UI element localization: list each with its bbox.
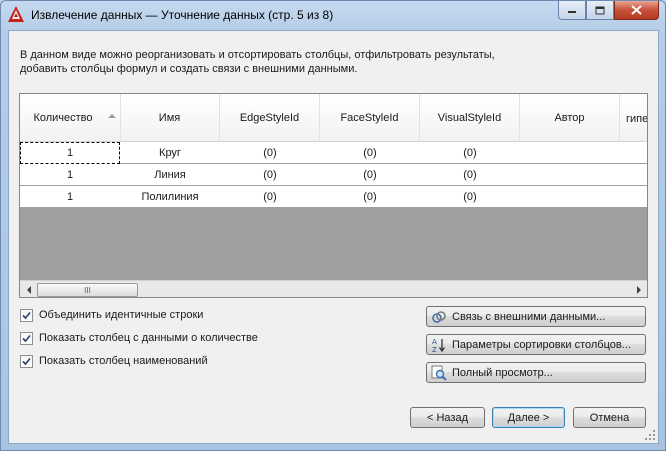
title-bar[interactable]: Извлечение данных — Уточнение данных (ст… — [1, 1, 665, 29]
window-title: Извлечение данных — Уточнение данных (ст… — [31, 8, 334, 22]
link-external-data-button[interactable]: Связь с внешними данными... — [426, 306, 646, 327]
table-cell[interactable]: (0) — [420, 186, 521, 208]
table-row[interactable]: 1 Полилиния (0) (0) (0) — [20, 186, 647, 208]
close-button[interactable] — [614, 1, 659, 20]
data-grid[interactable]: Количество Имя EdgeStyleId FaceStyleId V… — [19, 93, 648, 298]
column-header-hyperlink[interactable]: гипе — [620, 94, 647, 141]
button-label: Далее > — [507, 411, 550, 424]
column-header-quantity[interactable]: Количество — [20, 94, 121, 141]
table-cell[interactable]: (0) — [420, 142, 521, 164]
checkmark-icon — [22, 357, 31, 365]
table-cell[interactable]: 1 — [20, 186, 121, 208]
intro-text: В данном виде можно реорганизовать и отс… — [20, 48, 495, 76]
checkbox-label: Показать столбец наименований — [39, 355, 208, 367]
checkbox-label: Показать столбец с данными о количестве — [39, 332, 258, 344]
close-icon — [631, 5, 642, 15]
arrow-left-icon — [26, 285, 31, 294]
table-cell[interactable] — [520, 164, 621, 186]
autocad-icon — [7, 5, 25, 23]
column-header-label: VisualStyleId — [437, 111, 502, 124]
column-header-label: EdgeStyleId — [239, 111, 300, 124]
table-cell[interactable]: (0) — [220, 164, 321, 186]
table-cell[interactable]: (0) — [220, 186, 321, 208]
column-header-label: FaceStyleId — [340, 111, 399, 124]
table-cell[interactable] — [620, 142, 647, 164]
next-button[interactable]: Далее > — [492, 407, 565, 428]
table-cell[interactable]: (0) — [320, 186, 421, 208]
checkmark-icon — [22, 311, 31, 319]
svg-text:Z: Z — [432, 346, 437, 353]
table-cell[interactable] — [620, 164, 647, 186]
table-cell[interactable] — [520, 186, 621, 208]
cancel-button[interactable]: Отмена — [573, 407, 646, 428]
maximize-icon — [595, 6, 605, 14]
table-cell[interactable]: (0) — [320, 142, 421, 164]
column-header-author[interactable]: Автор — [520, 94, 620, 141]
table-cell[interactable] — [620, 186, 647, 208]
dialog-window: Извлечение данных — Уточнение данных (ст… — [0, 0, 666, 451]
table-cell[interactable]: Линия — [120, 164, 221, 186]
column-header-label: Имя — [158, 111, 181, 124]
scroll-left-button[interactable] — [20, 281, 37, 297]
full-preview-button[interactable]: Полный просмотр... — [426, 362, 646, 383]
scrollbar-grip: III — [84, 285, 91, 295]
column-header-label: гипе — [626, 113, 648, 125]
show-count-column-checkbox[interactable]: Показать столбец с данными о количестве — [20, 330, 258, 346]
column-header-visualstyleid[interactable]: VisualStyleId — [420, 94, 520, 141]
horizontal-scrollbar[interactable]: III — [20, 280, 647, 297]
button-label: Параметры сортировки столбцов... — [452, 338, 631, 351]
table-cell[interactable]: (0) — [320, 164, 421, 186]
minimize-icon — [568, 11, 576, 13]
sort-az-icon: A Z — [430, 336, 448, 354]
intro-line: добавить столбцы формул и создать связи … — [20, 63, 358, 75]
grid-header: Количество Имя EdgeStyleId FaceStyleId V… — [20, 94, 647, 142]
button-label: Отмена — [589, 411, 630, 424]
column-header-name[interactable]: Имя — [120, 94, 220, 141]
column-sort-options-button[interactable]: A Z Параметры сортировки столбцов... — [426, 334, 646, 355]
button-label: < Назад — [427, 411, 468, 424]
back-button[interactable]: < Назад — [410, 407, 485, 428]
table-cell[interactable]: (0) — [220, 142, 321, 164]
table-cell[interactable]: Круг — [120, 142, 221, 164]
table-cell[interactable]: 1 — [20, 164, 121, 186]
scroll-right-button[interactable] — [630, 281, 647, 297]
merge-identical-rows-checkbox[interactable]: Объединить идентичные строки — [20, 307, 203, 323]
column-header-facestyleid[interactable]: FaceStyleId — [320, 94, 420, 141]
checkmark-icon — [22, 334, 31, 342]
column-header-label: Автор — [554, 111, 585, 124]
table-row[interactable]: 1 Линия (0) (0) (0) — [20, 164, 647, 186]
show-name-column-checkbox[interactable]: Показать столбец наименований — [20, 353, 208, 369]
minimize-button[interactable] — [558, 1, 586, 20]
arrow-right-icon — [636, 285, 641, 294]
checkbox-box[interactable] — [20, 354, 33, 368]
dialog-content: В данном виде можно реорганизовать и отс… — [8, 30, 659, 444]
button-label: Связь с внешними данными... — [452, 310, 606, 323]
intro-line: В данном виде можно реорганизовать и отс… — [20, 49, 495, 61]
link-external-data-icon — [430, 308, 448, 326]
svg-text:A: A — [432, 338, 437, 346]
table-row[interactable]: 1 Круг (0) (0) (0) — [20, 142, 647, 164]
table-cell[interactable]: (0) — [420, 164, 521, 186]
button-label: Полный просмотр... — [452, 366, 553, 379]
maximize-button[interactable] — [586, 1, 614, 20]
resize-grip-icon[interactable] — [644, 429, 656, 441]
scrollbar-thumb[interactable]: III — [37, 283, 138, 297]
column-header-label: Количество — [33, 111, 93, 124]
table-cell[interactable]: Полилиния — [120, 186, 221, 208]
checkbox-box[interactable] — [20, 308, 33, 322]
full-preview-icon — [430, 364, 448, 382]
checkbox-label: Объединить идентичные строки — [39, 309, 204, 321]
sort-ascending-icon — [108, 114, 116, 118]
column-header-edgestyleid[interactable]: EdgeStyleId — [220, 94, 320, 141]
checkbox-box[interactable] — [20, 331, 33, 345]
table-cell[interactable] — [520, 142, 621, 164]
table-cell[interactable]: 1 — [20, 142, 120, 164]
